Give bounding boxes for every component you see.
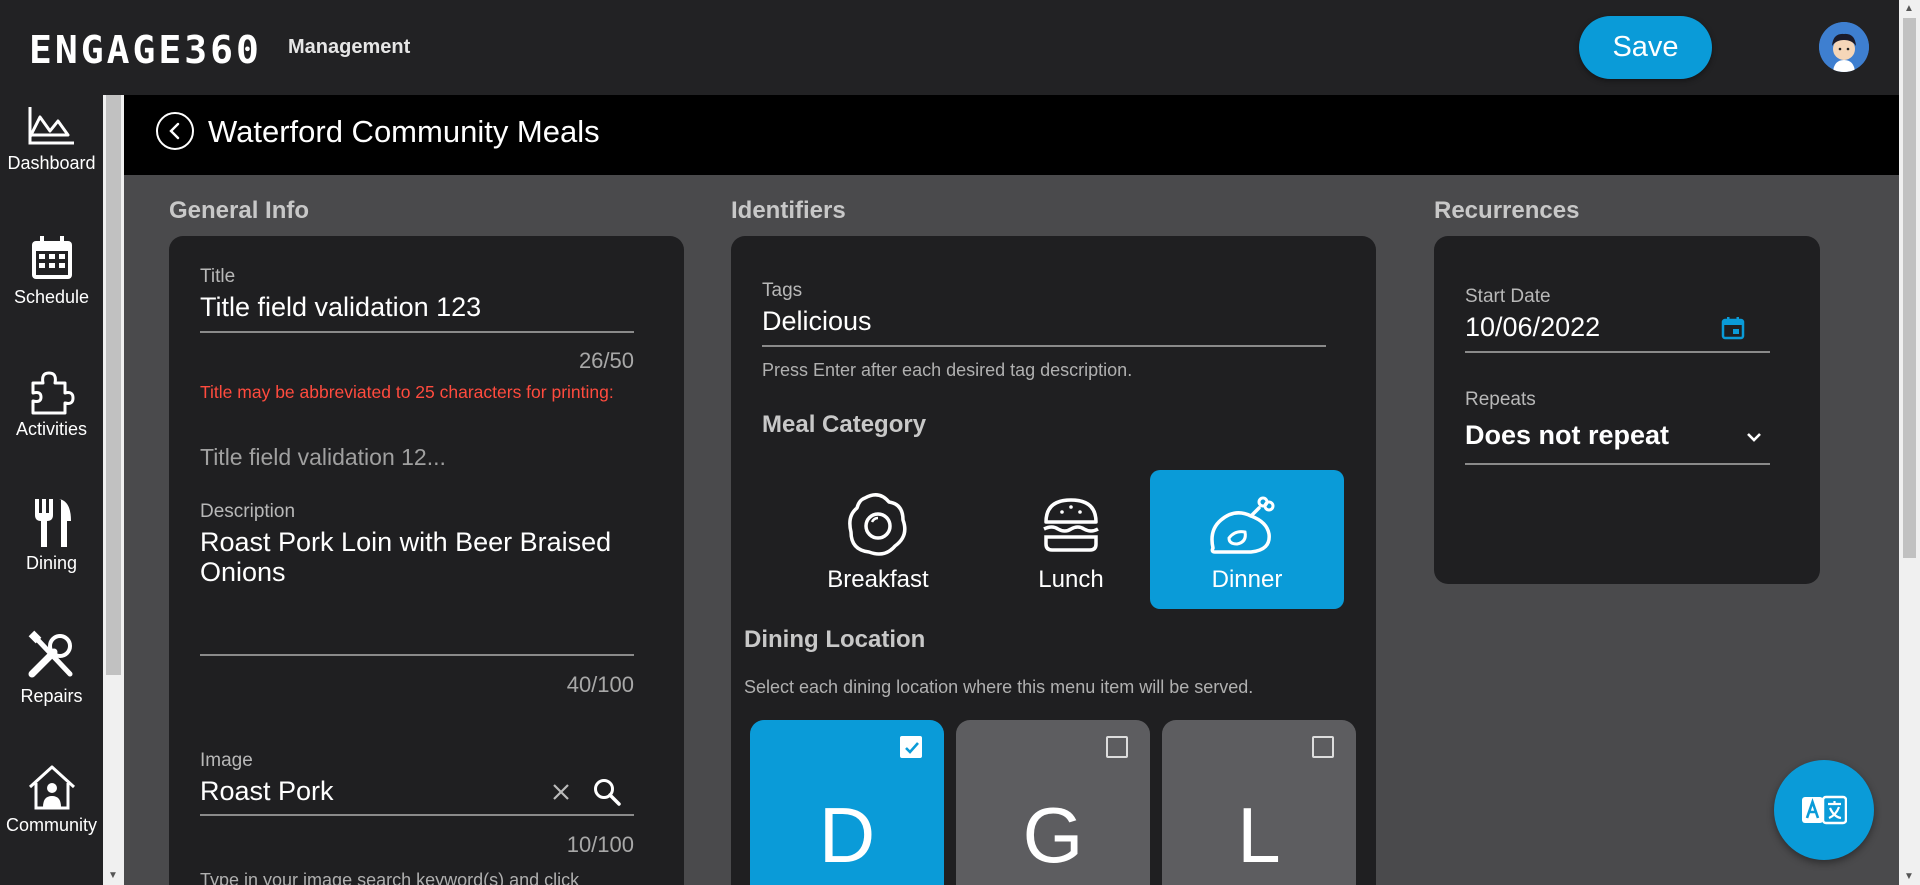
clear-icon[interactable] xyxy=(550,781,572,808)
scroll-down-arrow-icon[interactable]: ▼ xyxy=(108,870,118,881)
title-input[interactable]: Title field validation 123 xyxy=(200,292,481,323)
scrollbar-thumb[interactable] xyxy=(106,95,121,675)
description-underline xyxy=(200,654,634,656)
meal-label: Dinner xyxy=(1211,566,1283,593)
meal-label: Breakfast xyxy=(827,566,929,593)
dining-location-tile[interactable]: G xyxy=(956,720,1150,885)
repeats-select[interactable]: Does not repeat xyxy=(1465,420,1669,451)
location-letter: D xyxy=(818,791,876,879)
save-button[interactable]: Save xyxy=(1579,16,1712,79)
repeats-underline xyxy=(1465,463,1770,465)
brand-subtitle: Management xyxy=(288,36,411,58)
start-date-underline xyxy=(1465,351,1770,353)
calendar-icon[interactable] xyxy=(1720,315,1746,346)
sidebar-scrollbar[interactable]: ▼ xyxy=(103,95,124,885)
tags-hint: Press Enter after each desired tag descr… xyxy=(762,360,1133,380)
sidebar-item-activities[interactable]: Activities xyxy=(0,367,103,440)
description-counter: 40/100 xyxy=(566,672,634,697)
image-counter: 10/100 xyxy=(566,832,634,857)
checkbox-checked-icon[interactable] xyxy=(900,736,922,758)
tags-underline xyxy=(762,345,1326,347)
tags-label: Tags xyxy=(762,280,803,301)
scroll-up-arrow-icon[interactable]: ▲ xyxy=(1904,3,1914,14)
title-warning: Title may be abbreviated to 25 character… xyxy=(200,382,614,402)
image-label: Image xyxy=(200,750,253,771)
start-date-label: Start Date xyxy=(1465,286,1551,307)
scroll-down-arrow-icon[interactable]: ▼ xyxy=(1904,871,1914,882)
image-underline xyxy=(200,814,634,816)
fried-egg-icon xyxy=(848,493,907,556)
house-icon xyxy=(28,765,75,810)
roast-chicken-icon xyxy=(1210,496,1275,554)
page-scrollbar[interactable]: ▲ ▼ xyxy=(1899,0,1920,885)
calendar-icon xyxy=(31,236,72,279)
general-info-heading: General Info xyxy=(169,197,310,224)
back-button[interactable] xyxy=(156,112,194,150)
sidebar-item-label: Schedule xyxy=(13,287,90,307)
translate-icon xyxy=(1802,795,1847,825)
recurrences-card: Start Date 10/06/2022 Repeats Does not r… xyxy=(1434,236,1820,584)
tools-icon xyxy=(28,630,72,678)
meal-label: Lunch xyxy=(1038,566,1104,593)
puzzle-icon xyxy=(31,371,74,415)
sidebar-item-dashboard[interactable]: Dashboard xyxy=(0,105,103,174)
checkbox-icon[interactable] xyxy=(1312,736,1334,758)
top-bar: ENGAGE360 Management Save xyxy=(0,0,1920,95)
dining-location-heading: Dining Location xyxy=(744,626,926,653)
sidebar-item-repairs[interactable]: Repairs xyxy=(0,630,103,707)
sidebar-item-label: Repairs xyxy=(20,686,83,706)
sidebar: Dashboard Schedule Activities Dining Rep… xyxy=(0,95,103,885)
brand-logo: ENGAGE360 xyxy=(29,28,262,72)
sidebar-item-schedule[interactable]: Schedule xyxy=(0,233,103,308)
chart-icon xyxy=(28,107,74,145)
title-label: Title xyxy=(200,266,236,287)
user-avatar[interactable] xyxy=(1819,22,1869,72)
sidebar-item-label: Dining xyxy=(25,553,78,573)
meal-option-lunch[interactable]: Lunch xyxy=(974,470,1168,609)
sidebar-item-label: Activities xyxy=(15,419,87,439)
dining-location-tile[interactable]: L xyxy=(1162,720,1356,885)
title-preview: Title field validation 12... xyxy=(200,444,446,470)
repeats-label: Repeats xyxy=(1465,389,1536,410)
sidebar-item-label: Community xyxy=(5,815,98,835)
start-date-input[interactable]: 10/06/2022 xyxy=(1465,312,1600,343)
image-input[interactable]: Roast Pork xyxy=(200,776,334,807)
sidebar-item-community[interactable]: Community xyxy=(0,763,103,836)
description-label: Description xyxy=(200,501,296,522)
identifiers-heading: Identifiers xyxy=(731,197,846,224)
meal-option-breakfast[interactable]: Breakfast xyxy=(781,470,975,609)
search-icon[interactable] xyxy=(592,777,622,812)
tags-input[interactable]: Delicious xyxy=(762,306,872,337)
fork-knife-icon xyxy=(34,499,71,547)
meal-option-dinner[interactable]: Dinner xyxy=(1150,470,1344,609)
scrollbar-thumb[interactable] xyxy=(1903,18,1916,558)
page-header: Waterford Community Meals xyxy=(124,95,1899,175)
dining-location-tile[interactable]: D xyxy=(750,720,944,885)
recurrences-heading: Recurrences xyxy=(1434,197,1580,224)
burger-icon xyxy=(1043,498,1099,552)
meal-category-heading: Meal Category xyxy=(762,411,927,438)
sidebar-item-label: Dashboard xyxy=(7,153,96,173)
title-counter: 26/50 xyxy=(578,348,634,373)
translate-button[interactable] xyxy=(1774,760,1874,860)
description-input[interactable]: Roast Pork Loin with Beer Braised Onions xyxy=(200,527,634,587)
location-letter: L xyxy=(1237,791,1281,879)
title-underline xyxy=(200,331,634,333)
checkbox-icon[interactable] xyxy=(1106,736,1128,758)
chevron-down-icon[interactable] xyxy=(1745,430,1763,449)
page-title: Waterford Community Meals xyxy=(208,114,600,149)
image-hint: Type in your image search keyword(s) and… xyxy=(200,870,580,885)
sidebar-item-dining[interactable]: Dining xyxy=(0,497,103,574)
chevron-left-icon xyxy=(169,122,180,140)
dining-location-hint: Select each dining location where this m… xyxy=(744,677,1254,697)
location-letter: G xyxy=(1022,791,1084,879)
avatar-icon xyxy=(1819,22,1869,72)
general-info-card: Title Title field validation 123 26/50 T… xyxy=(169,236,684,885)
